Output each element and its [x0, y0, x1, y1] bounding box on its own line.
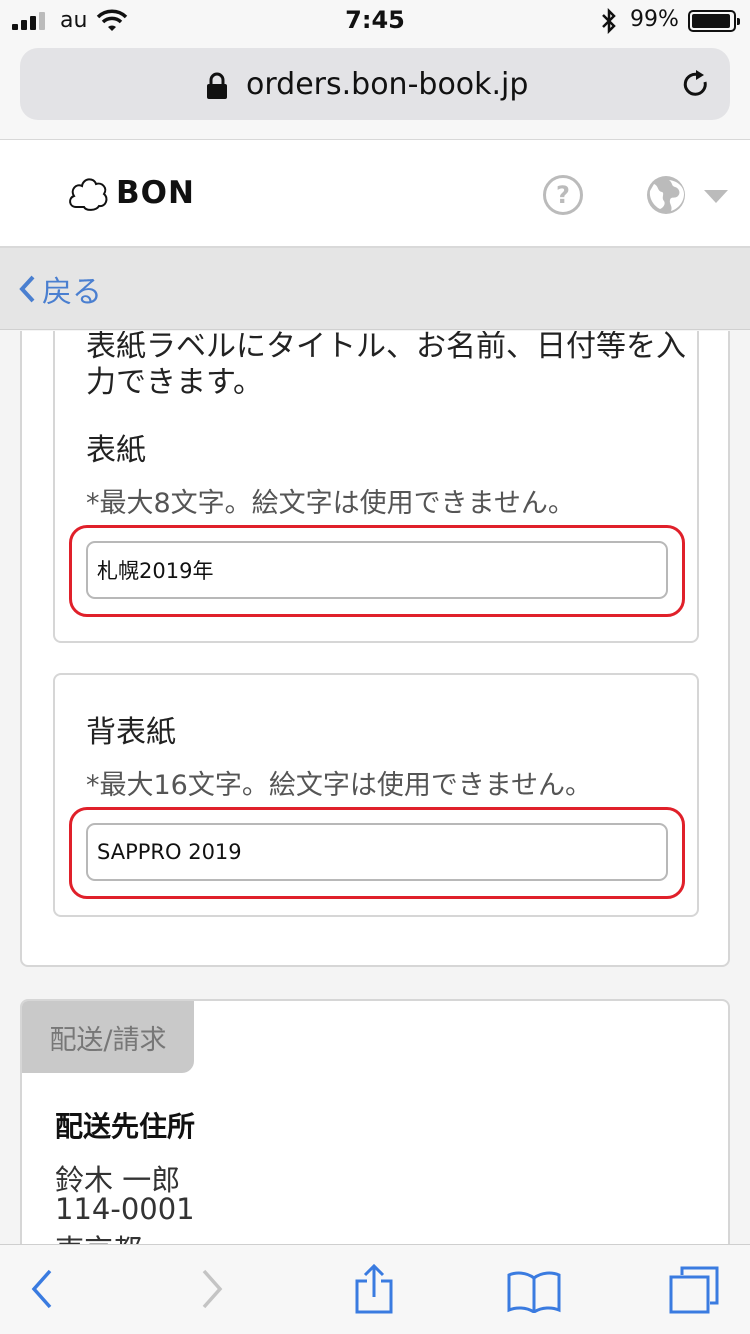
spine-input[interactable]: SAPPRO 2019 [86, 823, 668, 881]
url-text[interactable]: orders.bon-book.jp [246, 67, 528, 102]
language-dropdown-caret[interactable] [704, 190, 728, 203]
cover-intro-text: 表紙ラベルにタイトル、お名前、日付等を入力できます。 [86, 331, 686, 400]
back-label: 戻る [42, 274, 102, 310]
site-header: BON ? [0, 140, 750, 248]
spine-note: *最大16文字。絵文字は使用できません。 [86, 770, 593, 801]
shipping-tab[interactable]: 配送/請求 [22, 1001, 194, 1073]
browser-back-icon[interactable] [30, 1267, 56, 1311]
address-line: 114-0001 [55, 1192, 195, 1226]
help-icon[interactable]: ? [543, 175, 583, 215]
status-bar: au 7:45 99% [0, 0, 750, 40]
browser-toolbar [0, 1244, 750, 1334]
shipping-card: 配送/請求 配送先住所 鈴木 一郎 114-0001 東京都 [20, 999, 730, 1244]
front-cover-input[interactable]: 札幌2019年 [86, 541, 668, 599]
cloud-logo-icon [69, 178, 108, 211]
lock-icon [207, 72, 227, 99]
address-line: 東京都 [55, 1227, 142, 1244]
logo-text: BON [116, 175, 195, 211]
bluetooth-icon [602, 8, 616, 34]
browser-chrome: orders.bon-book.jp [0, 40, 750, 140]
spine-card: 背表紙 *最大16文字。絵文字は使用できません。 SAPPRO 2019 [53, 673, 699, 917]
reload-icon[interactable] [680, 68, 712, 100]
bookmarks-icon[interactable] [506, 1269, 562, 1313]
chevron-left-icon [19, 275, 35, 302]
shipping-address-title: 配送先住所 [55, 1110, 196, 1143]
front-cover-label: 表紙 [86, 433, 146, 468]
back-button[interactable]: 戻る [18, 267, 102, 311]
share-icon[interactable] [354, 1263, 394, 1315]
front-cover-card: 表紙ラベルにタイトル、お名前、日付等を入力できます。 表紙 *最大8文字。絵文字… [53, 331, 699, 643]
spine-label: 背表紙 [86, 715, 176, 750]
logo[interactable]: BON [66, 174, 195, 212]
back-bar: 戻る [0, 248, 750, 330]
main-content: 表紙ラベルにタイトル、お名前、日付等を入力できます。 表紙 *最大8文字。絵文字… [0, 331, 750, 1244]
cover-label-card: 表紙ラベルにタイトル、お名前、日付等を入力できます。 表紙 *最大8文字。絵文字… [20, 331, 730, 967]
battery-icon [688, 10, 740, 32]
front-cover-note: *最大8文字。絵文字は使用できません。 [86, 488, 575, 519]
battery-percent: 99% [630, 7, 679, 32]
tabs-icon[interactable] [668, 1265, 720, 1315]
address-bar[interactable]: orders.bon-book.jp [20, 48, 730, 120]
globe-icon[interactable] [645, 174, 687, 216]
browser-forward-icon[interactable] [198, 1267, 224, 1311]
